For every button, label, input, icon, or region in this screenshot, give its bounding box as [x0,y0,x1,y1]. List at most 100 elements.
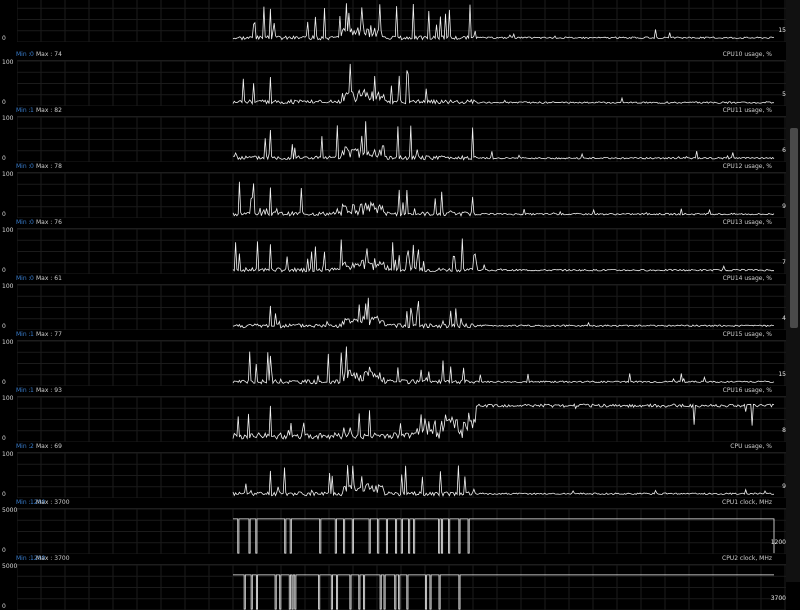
graph-panel[interactable]: Min : 1 Max : 93 CPU16 usage, % 100 0 8 [0,386,786,442]
grid [17,173,786,218]
min-label: Min : [16,163,31,170]
max-value: 82 [54,107,62,114]
min-value: 1 [30,387,34,394]
min-label: Min : [16,219,31,226]
graph-plot[interactable] [17,172,786,218]
graph-line [232,403,775,441]
min-label: Min : [16,51,31,58]
grid [17,61,786,106]
y-axis-min-label: 0 [2,35,6,42]
graph-svg [17,61,786,106]
graph-plot[interactable] [17,564,786,610]
graph-svg [17,285,786,330]
y-axis-max-label: 100 [2,283,14,290]
max-value: 93 [54,387,62,394]
graph-line [232,465,775,497]
graph-panel[interactable]: Min : 0 Max : 89 CPU9 usage, % 100 0 15 [0,0,786,42]
graph-title: CPU15 usage, % [722,331,772,338]
y-axis-max-label: 5000 [2,563,18,570]
max-label: Max : 77 [36,331,62,338]
grid [17,285,786,330]
graph-header: Min : 0 Max : 74 CPU10 usage, % [0,50,786,60]
current-value: 15 [778,27,786,34]
graph-svg [17,0,786,42]
grid [17,341,786,386]
max-label: Max : 3700 [36,499,70,506]
graph-line [232,121,775,161]
max-label: Max : 69 [36,443,62,450]
min-value: 1 [30,331,34,338]
graph-plot[interactable] [17,284,786,330]
y-axis-max-label: 100 [2,59,14,66]
graph-title: CPU13 usage, % [722,219,772,226]
graph-header: Min : 1200 Max : 3700 CPU1 clock, MHz [0,498,786,508]
graph-title: CPU12 usage, % [722,163,772,170]
max-label: Max : 76 [36,219,62,226]
graph-header: Min : 0 Max : 76 CPU13 usage, % [0,218,786,228]
graph-svg [17,229,786,274]
graph-panel[interactable]: Min : 0 Max : 78 CPU12 usage, % 100 0 9 [0,162,786,218]
graph-header: Min : 1 Max : 82 CPU11 usage, % [0,106,786,116]
min-label: Min : [16,387,31,394]
graph-title: CPU10 usage, % [722,51,772,58]
graph-svg [17,341,786,386]
graph-header: Min : 1 Max : 93 CPU16 usage, % [0,386,786,396]
graph-panel[interactable]: Min : 1200 Max : 3700 CPU1 clock, MHz 50… [0,498,786,554]
graph-header: Min : 2 Max : 69 CPU usage, % [0,442,786,452]
graph-panel[interactable]: Min : 1 Max : 77 CPU15 usage, % 100 0 15 [0,330,786,386]
graph-svg [17,397,786,442]
graph-title: CPU11 usage, % [722,107,772,114]
max-value: 61 [54,275,62,282]
graph-plot[interactable] [17,60,786,106]
graph-line [232,181,775,217]
current-value: 15 [778,371,786,378]
graph-panel[interactable]: Min : 0 Max : 61 CPU14 usage, % 100 0 4 [0,274,786,330]
graph-plot[interactable] [17,228,786,274]
graph-panel[interactable]: Min : 0 Max : 74 CPU10 usage, % 100 0 5 [0,50,786,106]
graph-header: Min : 1200 Max : 3700 CPU2 clock, MHz [0,554,786,564]
current-value: 1200 [770,539,786,546]
max-label: Max : 93 [36,387,62,394]
y-axis-max-label: 100 [2,451,14,458]
max-value: 76 [54,219,62,226]
min-value: 1 [30,107,34,114]
scrollbar-thumb[interactable] [790,128,798,328]
min-value: 0 [30,51,34,58]
min-label: Min : [16,107,31,114]
max-value: 78 [54,163,62,170]
graph-panel[interactable]: Min : 1200 Max : 3700 CPU2 clock, MHz 50… [0,554,786,610]
y-axis-max-label: 100 [2,115,14,122]
max-label: Max : 78 [36,163,62,170]
graph-title: CPU usage, % [730,443,772,450]
max-label: Max : 74 [36,51,62,58]
graph-title: CPU14 usage, % [722,275,772,282]
min-value: 0 [30,219,34,226]
graph-plot[interactable] [17,116,786,162]
graph-panel[interactable]: Min : 1 Max : 82 CPU11 usage, % 100 0 6 [0,106,786,162]
graph-svg [17,509,786,554]
y-axis-max-label: 100 [2,395,14,402]
max-value: 77 [54,331,62,338]
min-value: 0 [30,275,34,282]
graph-svg [17,173,786,218]
graph-panel[interactable]: Min : 0 Max : 76 CPU13 usage, % 100 0 7 [0,218,786,274]
graph-plot[interactable] [17,396,786,442]
graph-plot[interactable] [17,452,786,498]
graph-panel[interactable]: Min : 2 Max : 69 CPU usage, % 100 0 9 [0,442,786,498]
graph-plot[interactable] [17,0,786,42]
max-value: 74 [54,51,62,58]
graph-title: CPU16 usage, % [722,387,772,394]
vertical-scrollbar[interactable] [786,0,800,582]
min-label: Min : [16,331,31,338]
graph-line [232,238,775,273]
min-label: Min : [16,275,31,282]
graph-header: Min : 0 Max : 78 CPU12 usage, % [0,162,786,172]
max-value: 69 [54,443,62,450]
graph-plot[interactable] [17,340,786,386]
graph-line [233,574,774,610]
graph-plot[interactable] [17,508,786,554]
y-axis-max-label: 100 [2,227,14,234]
grid [17,565,786,610]
y-axis-min-label: 0 [2,603,6,610]
grid [17,117,786,162]
